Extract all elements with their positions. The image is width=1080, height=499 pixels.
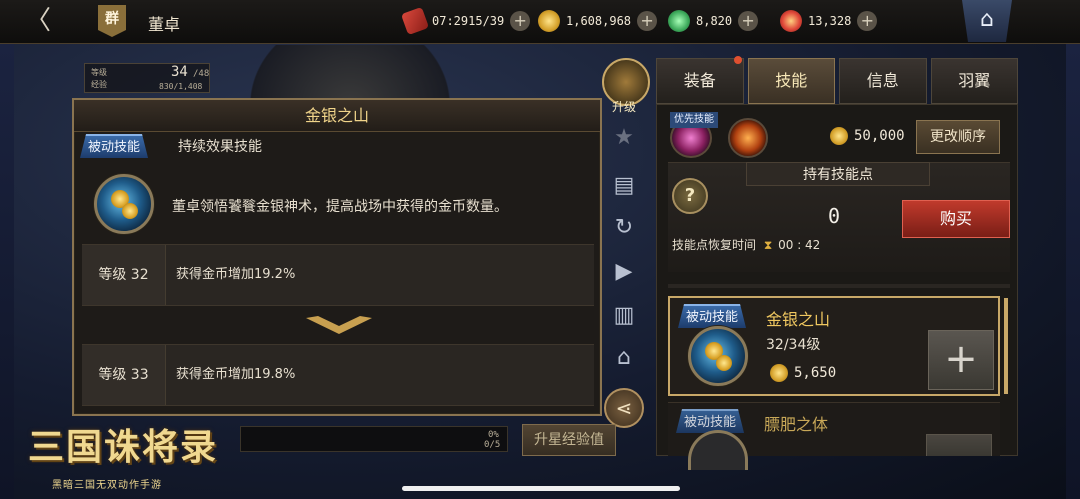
- priority-skill-tag: 优先技能: [670, 112, 718, 128]
- recover-label: 技能点恢复时间: [672, 238, 757, 252]
- chevron-down-icon[interactable]: [306, 316, 372, 334]
- resource-gold: 1,608,968 +: [538, 9, 658, 33]
- skill-upgrade-plus-button[interactable]: [926, 434, 992, 456]
- skill-points-count: 0: [828, 204, 841, 228]
- buy-button[interactable]: 购买: [902, 200, 1010, 238]
- faction-badge: 群: [98, 5, 126, 37]
- tab-info[interactable]: 信息: [839, 58, 927, 104]
- passive-skill-tag: 被动技能: [80, 134, 148, 158]
- exp-value: 830/1,408: [159, 82, 203, 91]
- star-exp-count: 0/5: [484, 440, 501, 450]
- exp-label: 经验: [91, 80, 107, 89]
- left-pillar: [0, 44, 14, 499]
- star-exp-percent: 0%: [488, 430, 499, 440]
- hero-tabs: 装备 技能 信息 羽翼: [656, 58, 1022, 104]
- home-indicator[interactable]: [402, 486, 680, 491]
- skill-level: 32/34级: [766, 337, 821, 353]
- tab-equipment[interactable]: 装备: [656, 58, 744, 104]
- passive-skill-tag: 被动技能: [678, 304, 746, 328]
- resource-value: 13,328: [808, 14, 852, 28]
- add-jade-button[interactable]: +: [738, 11, 759, 31]
- level-max: /48: [193, 69, 210, 79]
- order-cost-value: 50,000: [854, 128, 905, 144]
- add-stamina-button[interactable]: +: [510, 11, 531, 31]
- add-ingot-button[interactable]: +: [857, 11, 878, 31]
- resource-ingot: 13,328 +: [780, 9, 878, 33]
- notification-dot: [734, 56, 742, 64]
- skill-card-selected[interactable]: 被动技能 金银之山 32/34级 5,650 +: [668, 296, 1000, 396]
- level-row: 等级 32 获得金币增加19.2%: [82, 244, 594, 306]
- passive-skill-tag: 被动技能: [676, 409, 744, 433]
- fire-skill-icon[interactable]: [728, 118, 768, 158]
- gold-coins-skill-icon: [688, 326, 748, 386]
- level-row: 等级 33 获得金币增加19.8%: [82, 344, 594, 406]
- right-pillar: [1066, 44, 1080, 499]
- skill-upgrade-cost: 5,650: [770, 364, 836, 382]
- game-logo: 三国诛将录: [28, 426, 219, 468]
- upgrade-label: 升级: [612, 100, 637, 114]
- popup-subtitle: 持续效果技能: [178, 139, 262, 155]
- skill-name: 膘肥之体: [764, 415, 829, 434]
- home-button[interactable]: ⌂: [962, 0, 1012, 42]
- home-icon: ⌂: [980, 7, 994, 32]
- divider: [668, 284, 1010, 288]
- resource-jade: 8,820 +: [668, 9, 759, 33]
- skill-description: 董卓领悟饕餮金银神术，提高战场中获得的金币数量。: [172, 199, 508, 215]
- ingot-icon: [780, 10, 802, 32]
- help-icon[interactable]: ?: [672, 178, 708, 214]
- scroll-icon: [400, 6, 430, 36]
- tab-skills[interactable]: 技能: [747, 58, 835, 104]
- coin-icon: [830, 127, 848, 145]
- top-bar: 〈 群 董卓 07:2915/39 + 1,608,968 + 8,820 + …: [0, 0, 1080, 44]
- coin-icon: [538, 10, 560, 32]
- skill-list-scrollbar[interactable]: [1004, 298, 1008, 394]
- skill-upgrade-plus-button[interactable]: +: [928, 330, 994, 390]
- hero-name: 董卓: [148, 15, 181, 34]
- level-cell: 等级 33: [82, 345, 166, 405]
- resource-value: 8,820: [696, 14, 733, 28]
- popup-title: 金银之山: [74, 100, 600, 132]
- formation-icon[interactable]: ⌂: [608, 342, 640, 374]
- jade-icon: [668, 10, 690, 32]
- game-logo-subtitle: 黑暗三国无双动作手游: [52, 480, 162, 491]
- resource-value: 07:2915/39: [432, 14, 505, 28]
- level-cell: 等级 32: [82, 245, 166, 305]
- skill-cost-value: 5,650: [794, 365, 837, 381]
- gold-coins-skill-icon: [94, 174, 154, 234]
- resource-value: 1,608,968: [566, 14, 632, 28]
- refresh-icon[interactable]: ↻: [608, 212, 640, 244]
- level-label: 等级: [91, 68, 107, 77]
- chat-icon[interactable]: ▤: [608, 170, 640, 202]
- star-icon[interactable]: ★: [608, 122, 640, 154]
- play-icon[interactable]: ▶: [608, 256, 640, 288]
- tab-wings[interactable]: 羽翼: [930, 58, 1018, 104]
- change-order-button[interactable]: 更改顺序: [916, 120, 1000, 154]
- level-badge: 等级 经验 34 /48 830/1,408: [84, 63, 210, 93]
- level-effect: 获得金币增加19.2%: [176, 267, 296, 282]
- resource-stamina: 07:2915/39 +: [400, 6, 531, 36]
- coin-icon: [770, 364, 788, 382]
- ranking-icon[interactable]: ▥: [608, 300, 640, 332]
- share-icon[interactable]: ⋖: [604, 388, 644, 428]
- star-exp-bar: [240, 426, 508, 452]
- hourglass-icon: ⧗: [763, 238, 773, 252]
- back-button[interactable]: 〈: [22, 6, 54, 38]
- level-effect: 获得金币增加19.8%: [176, 367, 296, 382]
- skill-points-title: 持有技能点: [746, 162, 930, 186]
- add-gold-button[interactable]: +: [637, 11, 658, 31]
- star-exp-button[interactable]: 升星经验值: [522, 424, 616, 456]
- recover-timer: 技能点恢复时间 ⧗ 00 : 42: [672, 236, 820, 253]
- skill-detail-popup: 金银之山 被动技能 持续效果技能 董卓领悟饕餮金银神术，提高战场中获得的金币数量…: [72, 98, 602, 416]
- skill-name: 金银之山: [766, 310, 831, 329]
- level-value: 34: [171, 64, 188, 80]
- order-cost: 50,000: [830, 127, 905, 145]
- recover-time: 00 : 42: [778, 238, 821, 252]
